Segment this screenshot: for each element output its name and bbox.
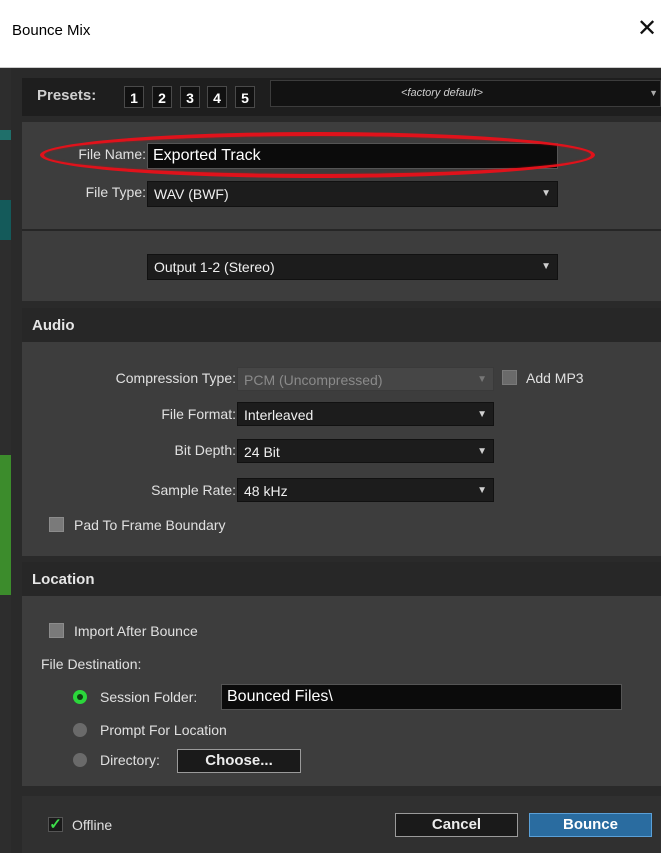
background-track-mark — [0, 130, 11, 140]
compression-type-label: Compression Type: — [115, 370, 236, 386]
directory-label: Directory: — [100, 752, 160, 768]
sample-rate-value: 48 kHz — [244, 483, 288, 499]
location-section-header: Location — [22, 562, 661, 596]
file-name-label: File Name: — [78, 146, 146, 162]
close-icon[interactable]: ✕ — [634, 14, 660, 44]
prompt-location-label: Prompt For Location — [100, 722, 227, 738]
background-track-mark — [0, 455, 11, 595]
chevron-down-icon: ▼ — [477, 446, 487, 457]
preset-select-value: <factory default> — [401, 87, 483, 99]
chevron-down-icon: ▼ — [541, 261, 551, 272]
offline-label: Offline — [72, 817, 113, 833]
choose-button[interactable]: Choose... — [177, 749, 301, 773]
presets-label: Presets: — [37, 87, 97, 104]
title-bar: Bounce Mix ✕ — [0, 0, 661, 68]
import-after-bounce-checkbox[interactable] — [49, 623, 64, 638]
add-mp3-label: Add MP3 — [526, 370, 584, 386]
file-type-label: File Type: — [85, 184, 146, 200]
preset-4-button[interactable]: 4 — [207, 86, 227, 108]
sample-rate-label: Sample Rate: — [151, 482, 236, 498]
output-select[interactable]: Output 1-2 (Stereo) ▼ — [147, 254, 558, 280]
location-header-label: Location — [32, 571, 95, 588]
compression-type-select: PCM (Uncompressed) ▼ — [237, 367, 494, 391]
prompt-location-radio[interactable] — [73, 723, 87, 737]
chevron-down-icon: ▼ — [477, 409, 487, 420]
preset-select[interactable]: <factory default> ▼ — [270, 80, 661, 107]
bit-depth-value: 24 Bit — [244, 444, 280, 460]
background-track-mark — [0, 200, 11, 240]
cancel-button[interactable]: Cancel — [395, 813, 518, 837]
bounce-button[interactable]: Bounce — [529, 813, 652, 837]
file-panel — [22, 122, 661, 230]
file-format-select[interactable]: Interleaved ▼ — [237, 402, 494, 426]
pad-frame-checkbox[interactable] — [49, 517, 64, 532]
preset-5-button[interactable]: 5 — [235, 86, 255, 108]
preset-2-button[interactable]: 2 — [152, 86, 172, 108]
preset-3-button[interactable]: 3 — [180, 86, 200, 108]
file-name-input[interactable]: Exported Track — [147, 143, 558, 169]
bit-depth-label: Bit Depth: — [174, 442, 236, 458]
chevron-down-icon: ▼ — [477, 485, 487, 496]
audio-header-label: Audio — [32, 317, 75, 334]
import-after-bounce-label: Import After Bounce — [74, 623, 198, 639]
file-destination-label: File Destination: — [41, 656, 142, 672]
pad-frame-label: Pad To Frame Boundary — [74, 517, 226, 533]
chevron-down-icon: ▼ — [477, 374, 487, 385]
session-folder-label: Session Folder: — [100, 689, 198, 705]
compression-type-value: PCM (Uncompressed) — [244, 372, 383, 388]
window-title: Bounce Mix — [12, 22, 91, 39]
file-format-value: Interleaved — [244, 407, 314, 423]
chevron-down-icon: ▼ — [649, 88, 658, 98]
output-value: Output 1-2 (Stereo) — [154, 259, 275, 275]
add-mp3-checkbox[interactable] — [502, 370, 517, 385]
preset-1-button[interactable]: 1 — [124, 86, 144, 108]
file-type-value: WAV (BWF) — [154, 186, 229, 202]
session-folder-radio[interactable] — [73, 690, 87, 704]
bit-depth-select[interactable]: 24 Bit ▼ — [237, 439, 494, 463]
audio-section-header: Audio — [22, 308, 661, 342]
file-type-select[interactable]: WAV (BWF) ▼ — [147, 181, 558, 207]
file-format-label: File Format: — [161, 406, 236, 422]
sample-rate-select[interactable]: 48 kHz ▼ — [237, 478, 494, 502]
chevron-down-icon: ▼ — [541, 188, 551, 199]
offline-checkbox[interactable]: ✓ — [48, 817, 63, 832]
directory-radio[interactable] — [73, 753, 87, 767]
session-folder-input[interactable]: Bounced Files\ — [221, 684, 622, 710]
